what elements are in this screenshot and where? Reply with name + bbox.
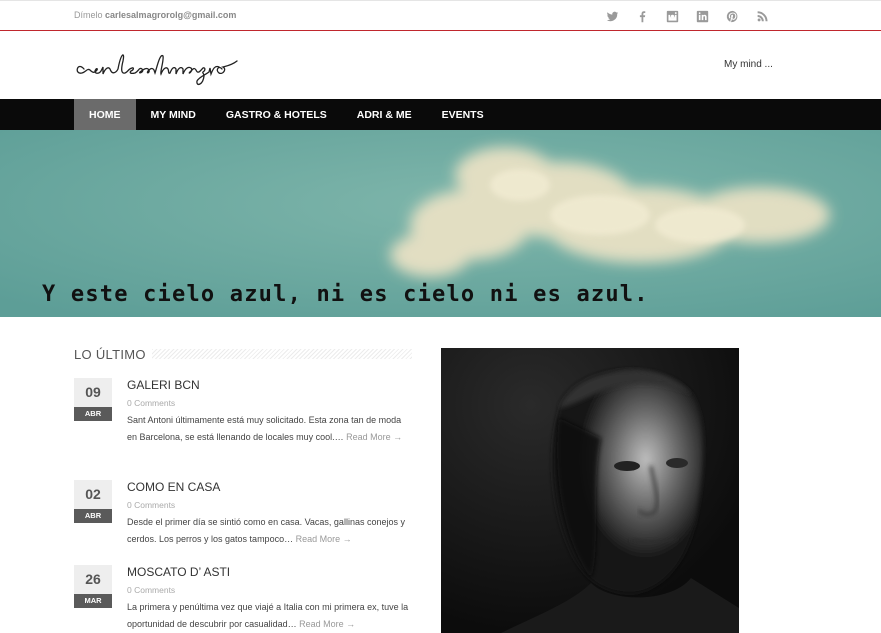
hero-banner: Y este cielo azul, ni es cielo ni es azu… [0, 130, 881, 317]
contact-info: Dímelo carlesalmagrorolg@gmail.com [74, 10, 236, 20]
post-comments-link[interactable]: 0 Comments [127, 585, 175, 595]
nav-item-home[interactable]: HOME [74, 99, 136, 130]
read-more-link[interactable]: Read More → [299, 619, 355, 629]
title-stripe-divider [152, 349, 412, 359]
hero-quote: Y este cielo azul, ni es cielo ni es azu… [42, 282, 649, 307]
site-header: My mind ... [0, 31, 881, 99]
instagram-icon[interactable] [657, 8, 687, 25]
post-title-link[interactable]: GALERI BCN [127, 378, 200, 392]
post-excerpt: La primera y penúltima vez que viajé a I… [127, 599, 412, 633]
post-comments-link[interactable]: 0 Comments [127, 500, 175, 510]
post-comments-link[interactable]: 0 Comments [127, 398, 175, 408]
post-month: MAR [74, 594, 112, 608]
social-links [597, 8, 777, 25]
post-title-link[interactable]: COMO EN CASA [127, 480, 220, 494]
post-day: 26 [74, 565, 112, 594]
main-nav: HOME MY MIND GASTRO & HOTELS ADRI & ME EVENT… [0, 99, 881, 130]
post-excerpt-text: La primera y penúltima vez que viajé a I… [127, 602, 409, 629]
post-excerpt: Sant Antoni últimamente está muy solicit… [127, 412, 412, 446]
nav-item-events[interactable]: EVENTS [427, 99, 499, 130]
rss-icon[interactable] [747, 8, 777, 25]
nav-item-adri-me[interactable]: ADRI & ME [342, 99, 427, 130]
linkedin-icon[interactable] [687, 8, 717, 25]
site-logo[interactable] [72, 43, 242, 98]
logo-signature-icon [76, 54, 238, 86]
read-more-link[interactable]: Read More → [296, 534, 352, 544]
latest-section-title: LO ÚLTIMO [74, 346, 412, 362]
post-day: 09 [74, 378, 112, 407]
site-tagline: My mind ... [724, 59, 773, 70]
post-month: ABR [74, 407, 112, 421]
latest-title: LO ÚLTIMO [74, 347, 150, 362]
post-date-badge: 09 ABR [74, 378, 112, 421]
twitter-icon[interactable] [597, 8, 627, 25]
post-date-badge: 26 MAR [74, 565, 112, 608]
contact-prefix: Dímelo [74, 10, 103, 20]
contact-email-link[interactable]: carlesalmagrorolg@gmail.com [105, 10, 236, 20]
read-more-link[interactable]: Read More → [346, 432, 402, 442]
post-month: ABR [74, 509, 112, 523]
post-excerpt-text: Desde el primer día se sintió como en ca… [127, 517, 405, 544]
post-date-badge: 02 ABR [74, 480, 112, 523]
top-bar: Dímelo carlesalmagrorolg@gmail.com [0, 0, 881, 31]
nav-list: HOME MY MIND GASTRO & HOTELS ADRI & ME EVENT… [74, 99, 499, 130]
facebook-icon[interactable] [627, 8, 657, 25]
portrait-image [441, 348, 739, 633]
pinterest-icon[interactable] [717, 8, 747, 25]
nav-item-my-mind[interactable]: MY MIND [136, 99, 211, 130]
post-day: 02 [74, 480, 112, 509]
post-excerpt: Desde el primer día se sintió como en ca… [127, 514, 412, 548]
post-title-link[interactable]: MOSCATO D’ ASTI [127, 565, 230, 579]
nav-item-gastro-hotels[interactable]: GASTRO & HOTELS [211, 99, 342, 130]
portrait-photo [441, 348, 739, 633]
